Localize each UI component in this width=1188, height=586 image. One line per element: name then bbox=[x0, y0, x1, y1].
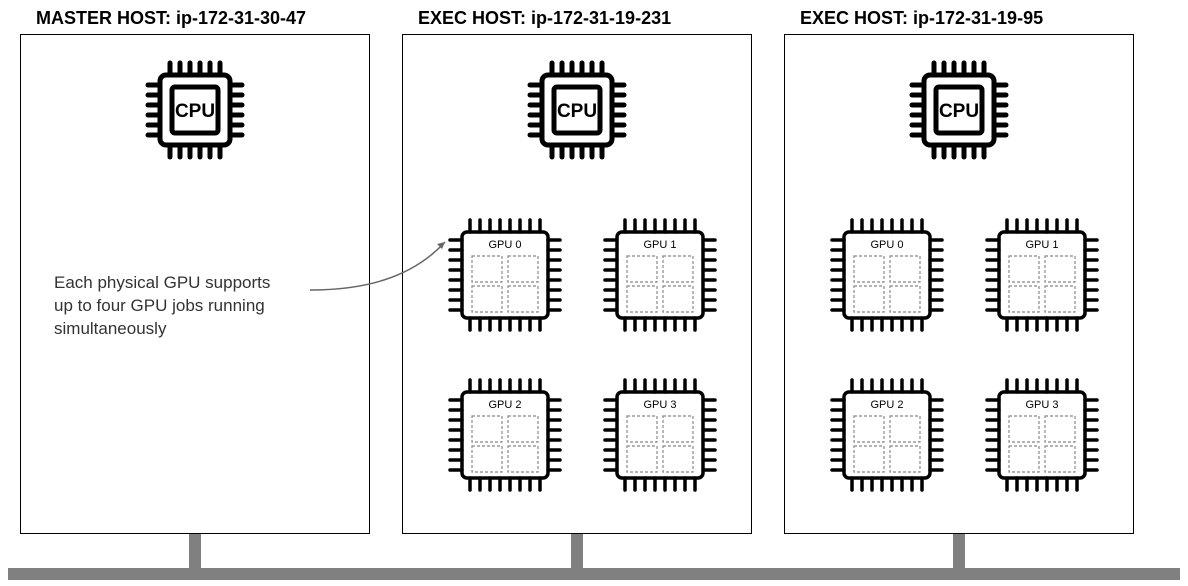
annotation-line2: up to four GPU jobs running bbox=[54, 296, 265, 315]
gpu-chip-exec2-2: GPU 2 bbox=[822, 370, 952, 505]
gpu-label: GPU 3 bbox=[643, 399, 676, 411]
host-title-master: MASTER HOST: ip-172-31-30-47 bbox=[36, 8, 306, 29]
network-leg-exec-1 bbox=[571, 534, 583, 572]
annotation-line3: simultaneously bbox=[54, 319, 166, 338]
gpu-label: GPU 0 bbox=[870, 239, 903, 251]
cpu-chip-exec-1: CPU bbox=[522, 55, 632, 170]
gpu-chip-exec2-0: GPU 0 bbox=[822, 210, 952, 345]
gpu-label: GPU 3 bbox=[1025, 399, 1058, 411]
cpu-chip-master: CPU bbox=[140, 55, 250, 170]
gpu-chip-exec1-1: GPU 1 bbox=[595, 210, 725, 345]
cpu-label: CPU bbox=[557, 101, 597, 122]
network-leg-master bbox=[189, 534, 201, 572]
annotation-text: Each physical GPU supports up to four GP… bbox=[54, 272, 324, 341]
gpu-label: GPU 0 bbox=[488, 239, 521, 251]
cpu-chip-exec-2: CPU bbox=[904, 55, 1014, 170]
diagram-canvas: MASTER HOST: ip-172-31-30-47 EXEC HOST: … bbox=[0, 0, 1188, 586]
gpu-chip-exec2-3: GPU 3 bbox=[977, 370, 1107, 505]
cpu-label: CPU bbox=[939, 101, 979, 122]
gpu-label: GPU 1 bbox=[1025, 239, 1058, 251]
network-leg-exec-2 bbox=[953, 534, 965, 572]
gpu-chip-exec1-0: GPU 0 bbox=[440, 210, 570, 345]
gpu-chip-exec1-2: GPU 2 bbox=[440, 370, 570, 505]
gpu-chip-exec1-3: GPU 3 bbox=[595, 370, 725, 505]
gpu-label: GPU 1 bbox=[643, 239, 676, 251]
host-title-exec-1: EXEC HOST: ip-172-31-19-231 bbox=[418, 8, 671, 29]
network-bus bbox=[8, 568, 1180, 580]
gpu-label: GPU 2 bbox=[488, 399, 521, 411]
gpu-label: GPU 2 bbox=[870, 399, 903, 411]
host-title-exec-2: EXEC HOST: ip-172-31-19-95 bbox=[800, 8, 1043, 29]
annotation-line1: Each physical GPU supports bbox=[54, 273, 270, 292]
cpu-label: CPU bbox=[175, 101, 215, 122]
gpu-chip-exec2-1: GPU 1 bbox=[977, 210, 1107, 345]
